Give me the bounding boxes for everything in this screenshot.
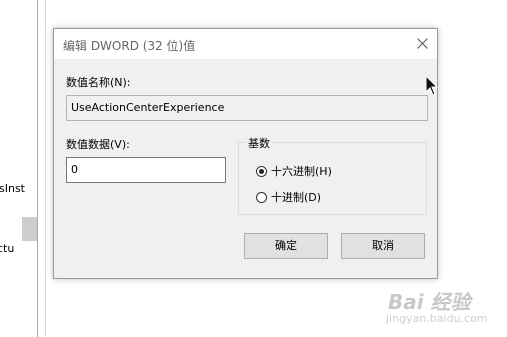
radio-button-checked[interactable] — [256, 165, 267, 177]
scrollbar-thumb[interactable] — [22, 217, 37, 241]
background-clipped-text: sInst — [0, 182, 25, 195]
pane-divider — [45, 0, 46, 337]
background-tree-pane — [0, 0, 38, 337]
close-button[interactable] — [407, 29, 437, 59]
watermark-url: jingyan.baidu.com — [386, 312, 488, 325]
watermark-logo: Bai 经验 — [388, 290, 471, 314]
dialog-titlebar[interactable]: 编辑 DWORD (32 位)值 — [54, 29, 437, 59]
close-icon — [417, 38, 428, 49]
edit-dword-dialog: 编辑 DWORD (32 位)值 数值名称(N): UseActionCente… — [53, 28, 438, 279]
background-clipped-text: ctu — [0, 242, 15, 255]
radio-label: 十六进制(H) — [271, 165, 332, 178]
radio-label: 十进制(D) — [271, 191, 322, 204]
base-group-label: 基数 — [246, 135, 272, 151]
value-name-label: 数值名称(N): — [66, 76, 131, 89]
cancel-button[interactable]: 取消 — [341, 233, 425, 259]
radio-button[interactable] — [256, 191, 267, 203]
value-name-field[interactable]: UseActionCenterExperience — [66, 95, 428, 121]
radio-hexadecimal[interactable]: 十六进制(H) — [256, 163, 332, 179]
dialog-title: 编辑 DWORD (32 位)值 — [63, 39, 196, 53]
ok-button[interactable]: 确定 — [244, 233, 328, 259]
value-data-input[interactable]: 0 — [66, 157, 226, 183]
radio-decimal[interactable]: 十进制(D) — [256, 189, 321, 205]
value-data-label: 数值数据(V): — [66, 138, 130, 151]
mouse-pointer-icon — [425, 75, 439, 96]
